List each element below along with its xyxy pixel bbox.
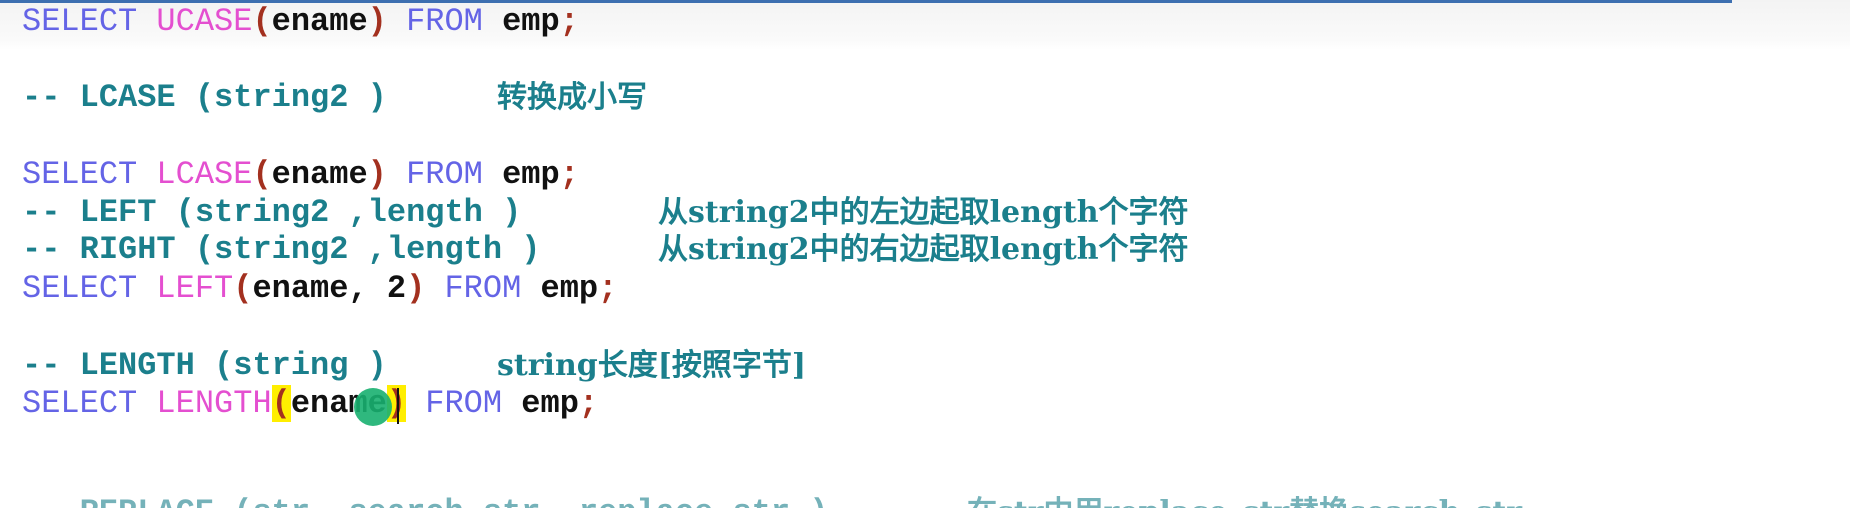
punctuation: )	[367, 156, 387, 193]
identifier: ename, 2	[252, 270, 407, 307]
sql-function: LENGTH	[156, 385, 272, 422]
code-line: SELECT LCASE(ename) FROM emp;	[22, 156, 579, 194]
sql-function: UCASE	[156, 3, 253, 40]
comment-description: string长度[按照字节]	[497, 348, 807, 383]
identifier: emp	[482, 3, 560, 40]
punctuation: (	[252, 156, 272, 193]
sql-keyword: FROM	[425, 385, 503, 422]
code-line: SELECT LENGTH(ename) FROM emp;	[22, 385, 598, 423]
identifier	[425, 270, 444, 307]
identifier: emp	[502, 385, 579, 422]
identifier: emp	[482, 156, 560, 193]
code-line: -- LENGTH (string ) string长度[按照字节]	[22, 347, 806, 385]
comment-description: 在str中用replace_str替换search_str	[967, 494, 1522, 508]
comment-description: 从string2中的右边起取length个字符	[658, 232, 1189, 267]
mouse-cursor-indicator	[354, 388, 392, 426]
sql-keyword: FROM	[406, 3, 483, 40]
sql-comment: -- REPLACE (str ,search_str ,replace_str…	[22, 494, 829, 508]
punctuation: ;	[559, 3, 579, 40]
sql-function: LEFT	[156, 270, 234, 307]
punctuation: ;	[559, 156, 579, 193]
sql-keyword: FROM	[406, 156, 483, 193]
sql-comment: -- RIGHT (string2 ,length )	[22, 231, 541, 268]
comment-description: 转换成小写	[497, 80, 647, 115]
code-line: -- LCASE (string2 ) 转换成小写	[22, 79, 647, 117]
punctuation: (	[233, 270, 253, 307]
punctuation: )	[406, 270, 426, 307]
identifier: ename	[271, 156, 368, 193]
identifier: emp	[521, 270, 599, 307]
punctuation: (	[271, 385, 291, 422]
sql-keyword: SELECT	[22, 3, 157, 40]
code-line: SELECT LEFT(ename, 2) FROM emp;	[22, 270, 617, 308]
punctuation: ;	[598, 270, 618, 307]
code-line: -- RIGHT (string2 ,length ) 从string2中的右边起…	[22, 231, 1189, 269]
sql-keyword: SELECT	[22, 270, 157, 307]
punctuation: )	[367, 3, 387, 40]
text-caret	[397, 388, 399, 424]
sql-function: LCASE	[156, 156, 253, 193]
comment-description: 从string2中的左边起取length个字符	[658, 195, 1189, 230]
punctuation: (	[252, 3, 272, 40]
partial-code-line: -- REPLACE (str ,search_str ,replace_str…	[0, 486, 1850, 508]
sql-comment: -- LENGTH (string )	[22, 347, 387, 384]
identifier	[406, 385, 425, 422]
code-line: -- REPLACE (str ,search_str ,replace_str…	[22, 494, 1522, 508]
sql-keyword: FROM	[444, 270, 522, 307]
identifier: ename	[271, 3, 368, 40]
sql-comment: -- LCASE (string2 )	[22, 79, 387, 116]
sql-keyword: SELECT	[22, 385, 157, 422]
sql-comment: -- LEFT (string2 ,length )	[22, 194, 522, 231]
identifier	[387, 156, 406, 193]
sql-keyword: SELECT	[22, 156, 157, 193]
code-line: SELECT UCASE(ename) FROM emp;	[22, 3, 579, 41]
punctuation: ;	[578, 385, 599, 422]
code-line: -- LEFT (string2 ,length ) 从string2中的左边起取…	[22, 194, 1189, 232]
identifier	[387, 3, 406, 40]
